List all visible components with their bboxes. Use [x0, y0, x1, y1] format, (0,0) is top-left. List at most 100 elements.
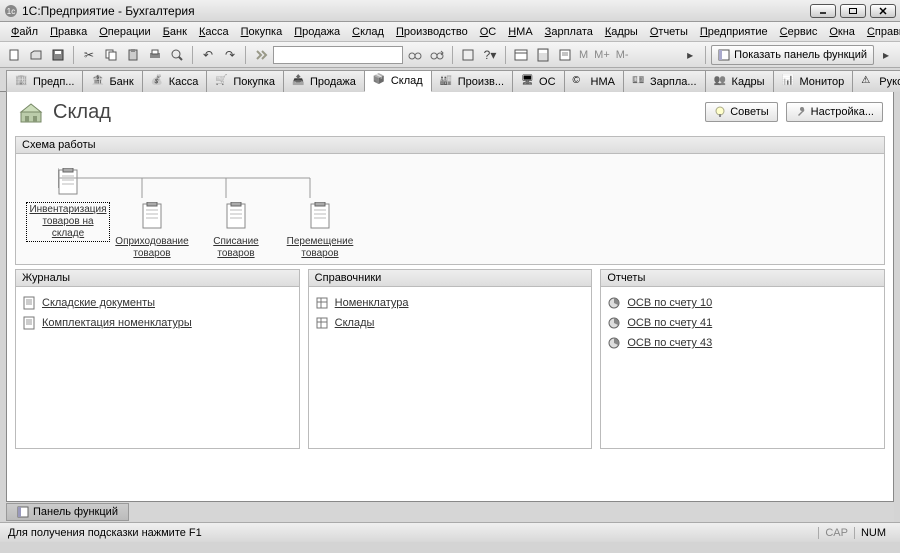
schema-node-1[interactable]: Оприходование товаров [110, 202, 194, 260]
reports-column: Отчеты ОСВ по счету 10ОСВ по счету 41ОСВ… [600, 269, 885, 449]
cap-indicator: CAP [818, 527, 854, 539]
show-panel-button[interactable]: Показать панель функций [711, 45, 874, 65]
menu-склад[interactable]: Склад [347, 24, 389, 40]
journal-icon [22, 316, 36, 330]
tab-icon: 📤 [292, 75, 306, 89]
menu-отчеты[interactable]: Отчеты [645, 24, 693, 40]
menu-продажа[interactable]: Продажа [289, 24, 345, 40]
content-area: Склад Советы Настройка... Схема работы И… [6, 92, 894, 502]
tab-2[interactable]: 💰Касса [142, 70, 208, 92]
binoculars-icon[interactable] [405, 45, 425, 65]
search-input[interactable] [273, 46, 403, 64]
tab-icon: 👥 [714, 75, 728, 89]
find-icon[interactable] [251, 45, 271, 65]
tab-icon: 🖥 [521, 75, 535, 89]
m-label[interactable]: M [577, 49, 590, 61]
help-dropdown-icon[interactable]: ?▾ [480, 45, 500, 65]
tab-strip: 🏢Предп...🏦Банк💰Касса🛒Покупка📤Продажа📦Скл… [0, 68, 900, 92]
tab-10[interactable]: 👥Кадры [705, 70, 774, 92]
tab-9[interactable]: 💵Зарпла... [623, 70, 706, 92]
toolbar-overflow-icon[interactable]: ▸ [876, 45, 896, 65]
schema-node-2[interactable]: Списание товаров [194, 202, 278, 260]
tab-icon: 📊 [782, 75, 796, 89]
calendar-icon[interactable] [511, 45, 531, 65]
schema-groupbox: Схема работы Инвентаризация товаров на с… [15, 136, 885, 265]
menu-производство[interactable]: Производство [391, 24, 473, 40]
tab-8[interactable]: ©НМА [564, 70, 624, 92]
menu-предприятие[interactable]: Предприятие [695, 24, 773, 40]
advice-button[interactable]: Советы [705, 102, 777, 122]
wrench-icon [795, 106, 807, 118]
ref-icon [315, 316, 329, 330]
m-minus-label[interactable]: M- [614, 49, 631, 61]
open-icon[interactable] [26, 45, 46, 65]
undo-icon[interactable]: ↶ [198, 45, 218, 65]
new-doc-icon[interactable] [4, 45, 24, 65]
minimize-button[interactable] [810, 4, 836, 18]
report-link-1[interactable]: ОСВ по счету 41 [607, 313, 878, 333]
warehouse-page-icon [17, 98, 45, 126]
menu-справка[interactable]: Справка [862, 24, 900, 40]
preview-icon[interactable] [167, 45, 187, 65]
paste-icon[interactable] [123, 45, 143, 65]
redo-icon[interactable]: ↷ [220, 45, 240, 65]
menu-банк[interactable]: Банк [158, 24, 192, 40]
menu-кадры[interactable]: Кадры [600, 24, 643, 40]
bottom-tab-panel[interactable]: Панель функций [6, 503, 129, 521]
reports-title: Отчеты [601, 270, 884, 287]
tab-0[interactable]: 🏢Предп... [6, 70, 83, 92]
menu-операции[interactable]: Операции [94, 24, 155, 40]
menu-правка[interactable]: Правка [45, 24, 92, 40]
tab-3[interactable]: 🛒Покупка [206, 70, 284, 92]
menu-файл[interactable]: Файл [6, 24, 43, 40]
binoculars-next-icon[interactable] [427, 45, 447, 65]
report-icon [607, 316, 621, 330]
guide-icon[interactable] [458, 45, 478, 65]
svg-text:1c: 1c [7, 7, 15, 16]
page-title: Склад [53, 101, 697, 124]
journal-icon [22, 296, 36, 310]
tab-11[interactable]: 📊Монитор [773, 70, 854, 92]
report-icon[interactable] [555, 45, 575, 65]
calculator-icon[interactable] [533, 45, 553, 65]
journal-link-0[interactable]: Складские документы [22, 293, 293, 313]
tab-6[interactable]: 🏭Произв... [431, 70, 513, 92]
tab-5[interactable]: 📦Склад [364, 70, 432, 92]
tab-7[interactable]: 🖥ОС [512, 70, 565, 92]
journals-column: Журналы Складские документыКомплектация … [15, 269, 300, 449]
tab-12[interactable]: ⚠Руково... [852, 70, 900, 92]
overflow-icon[interactable]: ▸ [680, 45, 700, 65]
print-icon[interactable] [145, 45, 165, 65]
close-button[interactable] [870, 4, 896, 18]
settings-button[interactable]: Настройка... [786, 102, 883, 122]
menu-касса[interactable]: Касса [194, 24, 234, 40]
menu-сервис[interactable]: Сервис [775, 24, 823, 40]
window-title: 1С:Предприятие - Бухгалтерия [22, 4, 810, 18]
maximize-button[interactable] [840, 4, 866, 18]
ref-link-0[interactable]: Номенклатура [315, 293, 586, 313]
report-icon [607, 336, 621, 350]
tab-icon: © [573, 75, 587, 89]
journals-title: Журналы [16, 270, 299, 287]
cut-icon[interactable]: ✂ [79, 45, 99, 65]
menu-нма[interactable]: НМА [503, 24, 537, 40]
ref-link-1[interactable]: Склады [315, 313, 586, 333]
report-link-2[interactable]: ОСВ по счету 43 [607, 333, 878, 353]
journal-link-1[interactable]: Комплектация номенклатуры [22, 313, 293, 333]
m-plus-label[interactable]: M+ [592, 49, 612, 61]
tab-4[interactable]: 📤Продажа [283, 70, 365, 92]
menu-зарплата[interactable]: Зарплата [540, 24, 598, 40]
tab-1[interactable]: 🏦Банк [82, 70, 142, 92]
menu-покупка[interactable]: Покупка [236, 24, 288, 40]
report-link-0[interactable]: ОСВ по счету 10 [607, 293, 878, 313]
bottom-tab-strip: Панель функций [6, 502, 894, 522]
schema-node-3[interactable]: Перемещение товаров [278, 202, 362, 260]
tab-icon: 📦 [373, 74, 387, 88]
menu-ос[interactable]: ОС [475, 24, 502, 40]
menubar: ФайлПравкаОперацииБанкКассаПокупкаПродаж… [0, 22, 900, 42]
lightbulb-icon [714, 106, 726, 118]
menu-окна[interactable]: Окна [824, 24, 860, 40]
tab-icon: 💵 [632, 75, 646, 89]
save-icon[interactable] [48, 45, 68, 65]
copy-icon[interactable] [101, 45, 121, 65]
